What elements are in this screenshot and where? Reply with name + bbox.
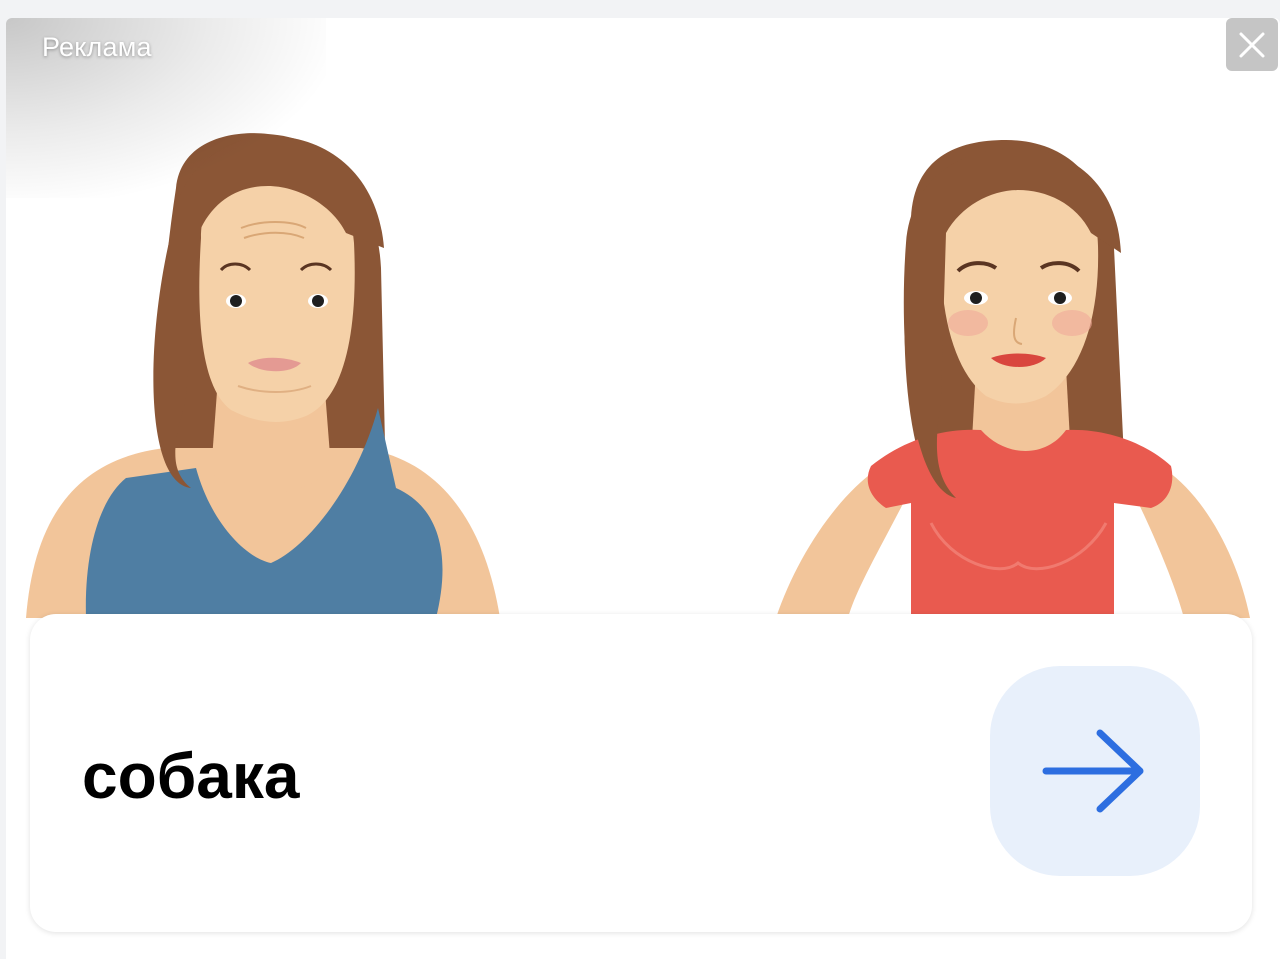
arrow-right-icon <box>1042 729 1144 813</box>
ad-card[interactable]: Реклама собака <box>6 18 1280 959</box>
caption-panel[interactable]: собака <box>30 614 1252 932</box>
arrow-button[interactable] <box>990 666 1200 876</box>
ad-label: Реклама <box>42 32 152 62</box>
right-woman-figure <box>776 140 1250 618</box>
left-woman-figure <box>26 133 500 618</box>
ad-caption: собака <box>82 740 300 812</box>
close-icon <box>1239 32 1265 57</box>
close-button[interactable] <box>1226 18 1278 71</box>
